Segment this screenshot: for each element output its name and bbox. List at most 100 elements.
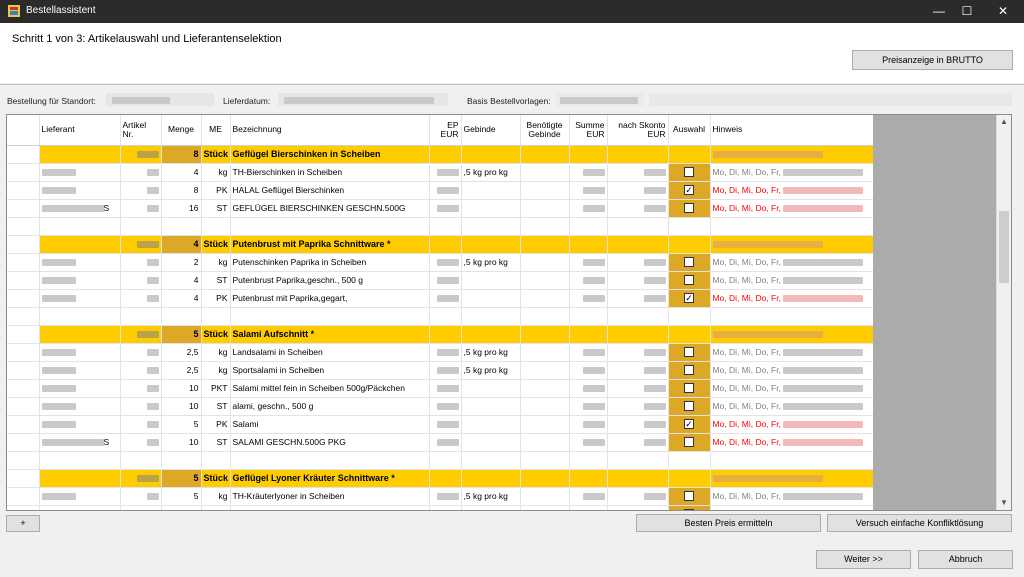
selection-checkbox[interactable] xyxy=(684,275,694,286)
selection-checkbox[interactable] xyxy=(684,257,694,268)
auswahl-cell[interactable] xyxy=(668,433,711,452)
table-row[interactable]: 4 ST Putenbrust Paprika,geschn., 500 g Mo, … xyxy=(7,271,874,290)
col-ep[interactable]: EP EUR xyxy=(429,115,462,146)
vertical-scrollbar[interactable]: ▲ ▼ xyxy=(996,115,1011,510)
group-row[interactable]: 5 Stück Geflügel Lyoner Kräuter Schnittwar… xyxy=(7,469,874,488)
gebinde-cell xyxy=(461,379,521,398)
auswahl-cell[interactable] xyxy=(668,361,711,380)
skonto-cell xyxy=(607,361,669,380)
article-no-cell xyxy=(120,487,162,506)
col-hinweis[interactable]: Hinweis xyxy=(710,115,874,146)
auswahl-cell[interactable]: ✓ xyxy=(668,505,711,510)
table-row[interactable]: 2,5 kg Sportsalami in Scheiben ,5 kg pro kg… xyxy=(7,361,874,380)
selection-checkbox[interactable] xyxy=(684,167,694,178)
table-row[interactable]: S 10 ST SALAMI GESCHN.500G PKG Mo, Di, Mi, D… xyxy=(7,433,874,452)
table-row[interactable]: 2,5 kg Landsalami in Scheiben ,5 kg pro kg M… xyxy=(7,343,874,362)
group-menge: 8 xyxy=(161,145,202,164)
col-lieferant[interactable]: Lieferant xyxy=(39,115,121,146)
table-row[interactable]: 10 ST alami, geschn., 500 g Mo, Di, Mi, Do,… xyxy=(7,397,874,416)
table-row[interactable]: 5 PK Salami ✓ Mo, Di, Mi, Do, Fr, xyxy=(7,415,874,434)
scroll-down-icon[interactable]: ▼ xyxy=(997,496,1011,510)
col-benoetigte-gebinde[interactable]: Benötigte Gebinde xyxy=(520,115,570,146)
table-row[interactable]: 4 PK Putenbrust mit Paprika,gegart, ✓ Mo, Di… xyxy=(7,289,874,308)
selection-checkbox[interactable] xyxy=(684,491,694,502)
selection-checkbox[interactable] xyxy=(684,365,694,376)
gebinde-cell: ,5 kg pro kg xyxy=(461,487,521,506)
group-row[interactable]: 8 Stück Geflügel Bierschinken in Scheiben xyxy=(7,145,874,164)
auswahl-cell[interactable] xyxy=(668,487,711,506)
selection-checkbox[interactable]: ✓ xyxy=(684,293,694,304)
me-cell: kg xyxy=(201,487,231,506)
article-no-cell xyxy=(120,289,162,308)
auswahl-cell[interactable]: ✓ xyxy=(668,181,711,200)
table-row[interactable]: 8 PK HALAL Geflügel Bierschinken ✓ Mo, Di, M… xyxy=(7,181,874,200)
needed-gebinde-cell xyxy=(520,415,570,434)
skonto-cell xyxy=(607,163,669,182)
col-bezeichnung[interactable]: Bezeichnung xyxy=(230,115,430,146)
auswahl-cell[interactable]: ✓ xyxy=(668,289,711,308)
bezeichnung-cell: Putenbrust Paprika,geschn., 500 g xyxy=(230,271,430,290)
best-price-button[interactable]: Besten Preis ermitteln xyxy=(636,514,821,532)
lieferdatum-field[interactable] xyxy=(278,93,448,106)
menge-cell: 4 xyxy=(161,289,202,308)
next-button[interactable]: Weiter >> xyxy=(816,550,911,569)
col-skonto[interactable]: nach Skonto EUR xyxy=(607,115,669,146)
basis-label: Basis Bestellvorlagen: xyxy=(467,96,551,106)
add-row-button[interactable]: + xyxy=(6,515,40,532)
col-gebinde[interactable]: Gebinde xyxy=(461,115,521,146)
col-menge[interactable]: Menge xyxy=(161,115,202,146)
bezeichnung-cell: alami, geschn., 500 g xyxy=(230,397,430,416)
gebinde-cell xyxy=(461,505,521,510)
table-row[interactable]: 10 PKT Salami mittel fein in Scheiben 500g… xyxy=(7,379,874,398)
needed-gebinde-cell xyxy=(520,163,570,182)
auswahl-cell[interactable] xyxy=(668,163,711,182)
needed-gebinde-cell xyxy=(520,289,570,308)
spacer-row xyxy=(7,307,874,326)
cancel-button[interactable]: Abbruch xyxy=(918,550,1013,569)
selection-checkbox[interactable] xyxy=(684,437,694,448)
menge-cell: 16 xyxy=(161,199,202,218)
close-button[interactable]: ✕ xyxy=(986,0,1020,23)
col-summe[interactable]: Summe EUR xyxy=(569,115,608,146)
group-row[interactable]: 5 Stück Salami Aufschnitt * xyxy=(7,325,874,344)
standort-field[interactable] xyxy=(106,93,214,106)
maximize-button[interactable]: ☐ xyxy=(950,0,984,23)
col-me[interactable]: ME xyxy=(201,115,231,146)
selection-checkbox[interactable] xyxy=(684,203,694,214)
auswahl-cell[interactable] xyxy=(668,253,711,272)
table-row[interactable]: S 16 ST GEFLÜGEL BIERSCHINKEN GESCHN.500G Mo… xyxy=(7,199,874,218)
needed-gebinde-cell xyxy=(520,199,570,218)
supplier-cell xyxy=(39,289,121,308)
group-row[interactable]: 4 Stück Putenbrust mit Paprika Schnittware… xyxy=(7,235,874,254)
table-row[interactable]: 5 kg TH-Kräuterlyoner in Scheiben ,5 kg pro… xyxy=(7,487,874,506)
auswahl-cell[interactable] xyxy=(668,343,711,362)
auswahl-cell[interactable] xyxy=(668,397,711,416)
selection-checkbox[interactable] xyxy=(684,347,694,358)
skonto-cell xyxy=(607,487,669,506)
price-display-button[interactable]: Preisanzeige in BRUTTO xyxy=(852,50,1013,70)
selection-checkbox[interactable] xyxy=(684,401,694,412)
scroll-up-icon[interactable]: ▲ xyxy=(997,115,1011,129)
selection-checkbox[interactable]: ✓ xyxy=(684,509,694,510)
table-row[interactable]: 2 kg Putenschinken Paprika in Scheiben ,5 k… xyxy=(7,253,874,272)
bezeichnung-cell: Sportsalami in Scheiben xyxy=(230,361,430,380)
bezeichnung-cell: TH-Kräuterlyoner in Scheiben xyxy=(230,487,430,506)
selection-checkbox[interactable] xyxy=(684,383,694,394)
supplier-cell xyxy=(39,397,121,416)
auswahl-cell[interactable] xyxy=(668,199,711,218)
auswahl-cell[interactable] xyxy=(668,271,711,290)
conflict-resolution-button[interactable]: Versuch einfache Konfliktlösung xyxy=(827,514,1012,532)
col-auswahl[interactable]: Auswahl xyxy=(668,115,711,146)
auswahl-cell[interactable]: ✓ xyxy=(668,415,711,434)
table-row[interactable]: 5PKHALAL Geflügelkräuterlyoner ✓ Mo, Di, M… xyxy=(7,505,874,510)
col-artikelnr[interactable]: Artikel Nr. xyxy=(120,115,162,146)
basis-field[interactable] xyxy=(556,93,644,106)
ep-cell xyxy=(429,505,462,510)
selection-checkbox[interactable]: ✓ xyxy=(684,185,694,196)
selection-checkbox[interactable]: ✓ xyxy=(684,419,694,430)
hint-cell: Mo, Di, Mi, Do, Fr, xyxy=(710,253,874,272)
basis-extra-field[interactable] xyxy=(649,93,1012,106)
table-row[interactable]: 4 kg TH-Bierschinken in Scheiben ,5 kg pro … xyxy=(7,163,874,182)
auswahl-cell[interactable] xyxy=(668,379,711,398)
scrollbar-thumb[interactable] xyxy=(999,211,1009,283)
